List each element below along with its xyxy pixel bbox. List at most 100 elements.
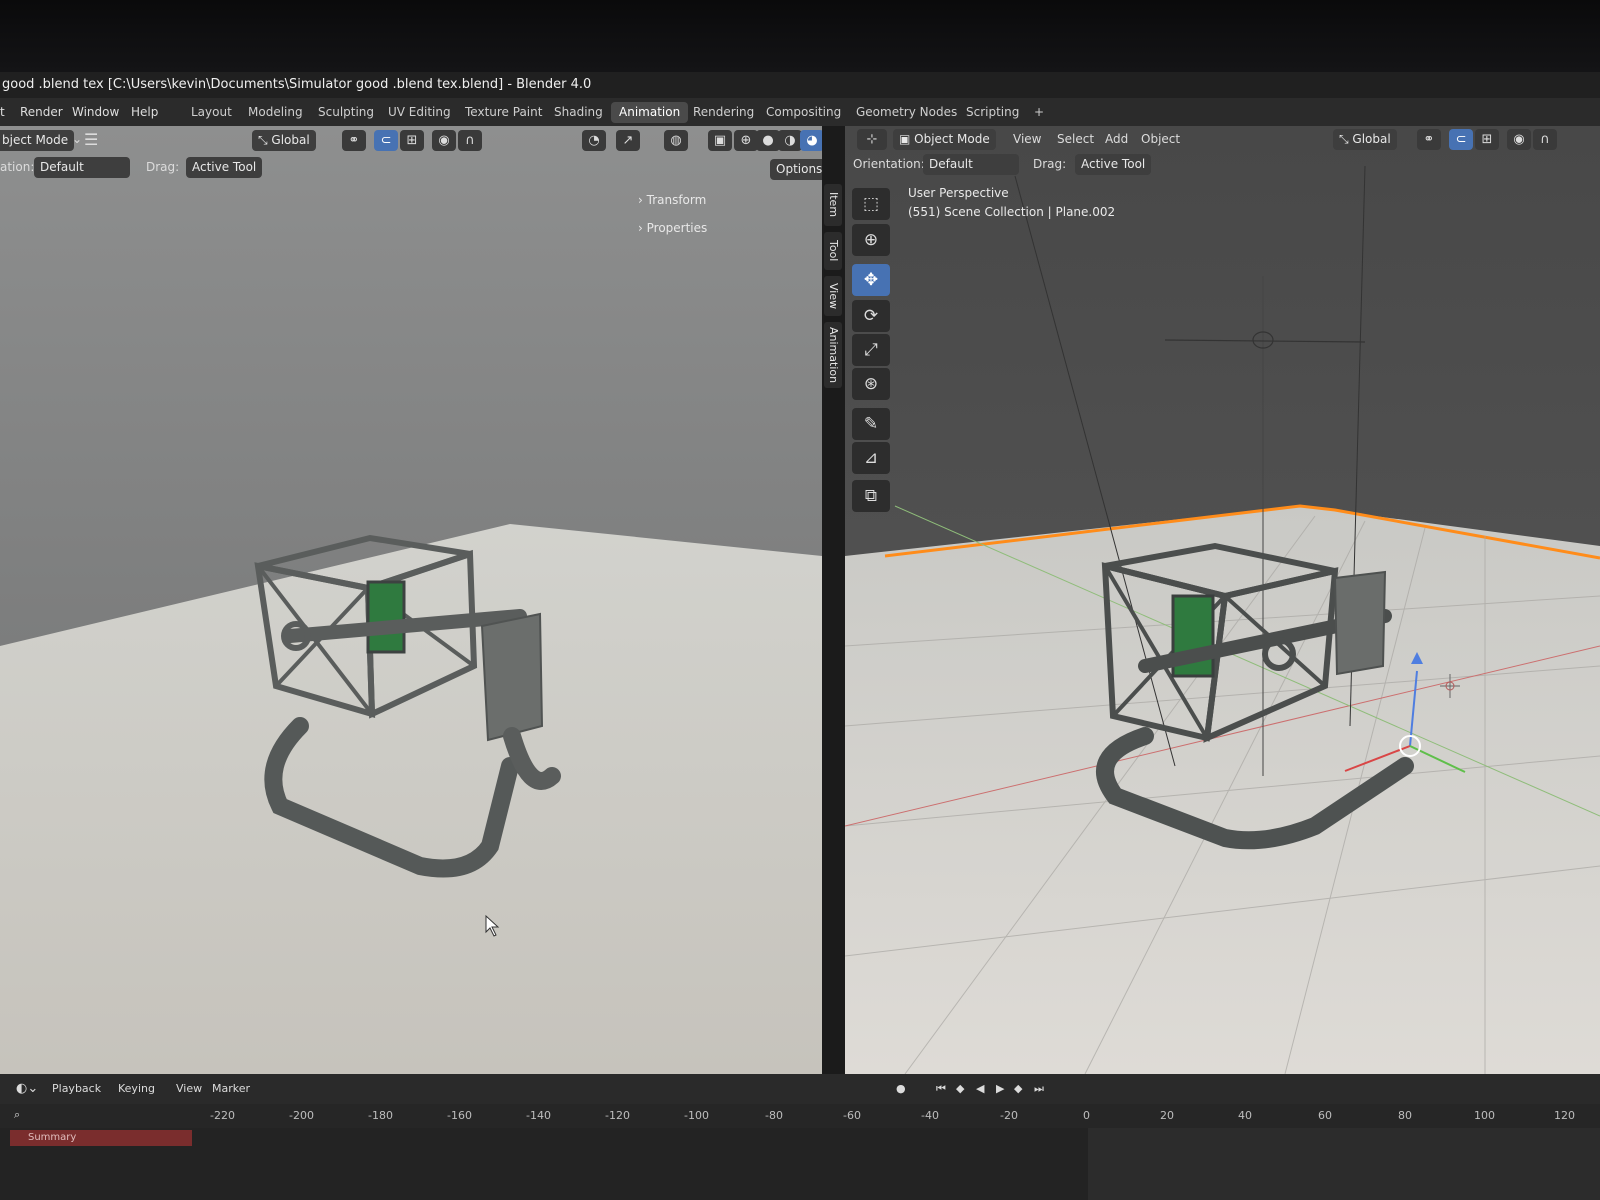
tab-tool[interactable]: Tool (824, 232, 842, 270)
left-viewport-header: bject Mode ⌄ ☰ ⤡ Global ⚭ ⊂ ⊞ ◉ ∩ ◔ ↗ ◍ … (0, 126, 824, 154)
left-viewport[interactable] (0, 126, 822, 1074)
record-icon[interactable]: ● (896, 1078, 906, 1099)
ruler-tick: -180 (368, 1109, 393, 1122)
editor-type-icon[interactable]: ⊹ (857, 129, 887, 150)
play-icon[interactable]: ▶ (996, 1078, 1004, 1099)
ruler-tick: -80 (765, 1109, 783, 1122)
left-mode-select[interactable]: bject Mode (0, 130, 75, 151)
overlay-toggle-icon[interactable]: ◍ (664, 130, 688, 151)
tab-animation[interactable]: Animation (611, 102, 689, 123)
move-icon[interactable]: ✥ (852, 264, 890, 296)
ruler-tick: -40 (921, 1109, 939, 1122)
snap-magnet-icon[interactable]: ⊂ (374, 130, 398, 151)
tab-layout[interactable]: Layout (183, 102, 240, 123)
ruler-tick: 60 (1318, 1109, 1332, 1122)
solid-shading-icon[interactable]: ● (756, 130, 780, 151)
xray-toggle-icon[interactable]: ▣ (708, 130, 732, 151)
tab-view[interactable]: View (824, 276, 842, 316)
menu-file[interactable]: t (0, 103, 5, 121)
transform-icon[interactable]: ⊛ (852, 368, 890, 400)
left-drag-label: Drag: (146, 160, 180, 174)
tab-shading[interactable]: Shading (546, 102, 611, 123)
menu-playback[interactable]: Playback (52, 1078, 101, 1099)
tab-animation-side[interactable]: Animation (824, 322, 842, 388)
right-drag-label: Drag: (1033, 157, 1067, 171)
cursor-icon[interactable]: ⊕ (852, 224, 890, 256)
right-transform-orientation[interactable]: ⤡ Global (1333, 129, 1397, 150)
snap-grid-icon[interactable]: ⊞ (400, 130, 424, 151)
rendered-shading-icon[interactable]: ◕ (800, 130, 824, 151)
proportional-edit-icon[interactable]: ◉ (1507, 129, 1531, 150)
menu-add[interactable]: Add (1105, 129, 1128, 150)
play-reverse-icon[interactable]: ◀ (976, 1078, 984, 1099)
timeline-editor-type-icon[interactable]: ◐⌄ (16, 1078, 38, 1099)
ruler-tick: 20 (1160, 1109, 1174, 1122)
tab-scripting[interactable]: Scripting (958, 102, 1027, 123)
ruler-tick: -60 (843, 1109, 861, 1122)
view-name: User Perspective (908, 186, 1009, 200)
add-cube-icon[interactable]: ⧉ (852, 480, 890, 512)
ruler-tick: 80 (1398, 1109, 1412, 1122)
hamburger-menu-icon[interactable]: ☰ (84, 129, 98, 150)
left-transform-orientation[interactable]: ⤡ Global (252, 130, 316, 151)
proportional-edit-icon[interactable]: ◉ (432, 130, 456, 151)
gizmo-toggle-icon[interactable]: ↗ (616, 130, 640, 151)
monitor-bezel (0, 0, 1600, 72)
right-transform-space-label: Global (1352, 132, 1391, 146)
falloff-curve-icon[interactable]: ∩ (1533, 129, 1557, 150)
material-shading-icon[interactable]: ◑ (778, 130, 802, 151)
jump-start-icon[interactable]: ⏮ (936, 1078, 946, 1099)
panel-properties-label: Properties (646, 221, 708, 235)
menu-timeline-view[interactable]: View (176, 1078, 202, 1099)
tab-rendering[interactable]: Rendering (685, 102, 762, 123)
pivot-point-icon[interactable]: ⚭ (1417, 129, 1441, 150)
visibility-eye-icon[interactable]: ◔ (582, 130, 606, 151)
tab-geometry-nodes[interactable]: Geometry Nodes (848, 102, 965, 123)
left-drag-select[interactable]: Active Tool (186, 157, 263, 178)
falloff-curve-icon[interactable]: ∩ (458, 130, 482, 151)
summary-channel[interactable]: Summary (10, 1130, 192, 1146)
right-mode-select[interactable]: ▣ Object Mode (893, 129, 996, 150)
rotate-icon[interactable]: ⟳ (852, 300, 890, 332)
right-viewport[interactable] (845, 126, 1600, 1074)
menu-keying[interactable]: Keying (118, 1078, 155, 1099)
right-orientation-select[interactable]: Default (923, 154, 1019, 175)
right-viewport-header: ⊹ ▣ Object Mode View Select Add Object ⤡… (845, 126, 1600, 154)
snap-grid-icon[interactable]: ⊞ (1475, 129, 1499, 150)
frame-ruler[interactable]: ⌕ -220 -200 -180 -160 -140 -120 -100 -80… (0, 1104, 1600, 1128)
tab-compositing[interactable]: Compositing (758, 102, 849, 123)
tab-texture-paint[interactable]: Texture Paint (457, 102, 550, 123)
tab-uv-editing[interactable]: UV Editing (380, 102, 459, 123)
tab-item[interactable]: Item (824, 184, 842, 226)
pivot-point-icon[interactable]: ⚭ (342, 130, 366, 151)
tab-modeling[interactable]: Modeling (240, 102, 311, 123)
measure-icon[interactable]: ⊿ (852, 442, 890, 474)
add-workspace-button[interactable]: + (1026, 102, 1052, 123)
menu-view[interactable]: View (1013, 129, 1041, 150)
wireframe-shading-icon[interactable]: ⊕ (734, 130, 758, 151)
menu-marker[interactable]: Marker (212, 1078, 250, 1099)
panel-transform[interactable]: › Transform (630, 186, 810, 214)
orientation-gizmo-icon: ⤡ (1339, 132, 1353, 146)
annotate-icon[interactable]: ✎ (852, 408, 890, 440)
menu-object[interactable]: Object (1141, 129, 1180, 150)
right-tool-settings: Orientation: Default Drag: Active Tool (845, 154, 1600, 180)
options-button[interactable]: Options (770, 159, 829, 180)
panel-properties[interactable]: › Properties (630, 214, 810, 242)
tab-sculpting[interactable]: Sculpting (310, 102, 382, 123)
jump-end-icon[interactable]: ⏭ (1034, 1078, 1044, 1099)
menu-select[interactable]: Select (1057, 129, 1094, 150)
select-box-icon[interactable]: ⬚ (852, 188, 890, 220)
chevron-right-icon: › (638, 221, 647, 235)
right-drag-select[interactable]: Active Tool (1075, 154, 1152, 175)
next-keyframe-icon[interactable]: ◆ (1014, 1078, 1022, 1099)
snap-magnet-icon[interactable]: ⊂ (1449, 129, 1473, 150)
menu-render[interactable]: Render (20, 103, 63, 121)
search-icon[interactable]: ⌕ (14, 1104, 20, 1125)
scale-icon[interactable]: ⤢ (852, 334, 890, 366)
prev-keyframe-icon[interactable]: ◆ (956, 1078, 964, 1099)
menu-help[interactable]: Help (131, 103, 158, 121)
left-orientation-select[interactable]: Default (34, 157, 130, 178)
menu-window[interactable]: Window (72, 103, 119, 121)
ruler-tick: -100 (684, 1109, 709, 1122)
